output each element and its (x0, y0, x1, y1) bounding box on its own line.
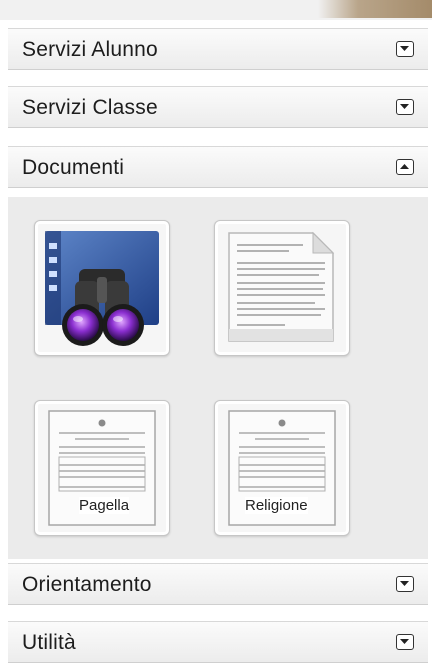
pagella-tile[interactable]: Pagella (34, 400, 170, 536)
section-header-utilita[interactable]: Utilità (8, 621, 428, 663)
section-label: Orientamento (22, 573, 152, 596)
section-header-orientamento[interactable]: Orientamento (8, 563, 428, 605)
document-tile[interactable] (214, 220, 350, 356)
section-label: Servizi Alunno (22, 38, 158, 61)
section-header-servizi-alunno[interactable]: Servizi Alunno (8, 28, 428, 70)
collapse-toggle-icon[interactable] (396, 159, 414, 175)
section-header-documenti[interactable]: Documenti (8, 146, 428, 188)
religion-report-icon (228, 410, 336, 526)
tile-caption: Pagella (79, 497, 130, 514)
binoculars-search-tile[interactable] (34, 220, 170, 356)
section-header-servizi-classe[interactable]: Servizi Classe (8, 86, 428, 128)
document-icon (228, 231, 335, 342)
expand-toggle-icon[interactable] (396, 634, 414, 650)
religione-tile[interactable]: Religione (214, 400, 350, 536)
section-label: Utilità (22, 631, 76, 654)
top-accent (318, 0, 432, 18)
report-card-icon (48, 410, 156, 526)
section-label: Documenti (22, 156, 125, 179)
section-label: Servizi Classe (22, 96, 158, 119)
binoculars-search-icon (45, 231, 159, 346)
sidebar-panel: Servizi Alunno Servizi Classe Documenti (0, 0, 432, 670)
tile-caption: Religione (245, 497, 308, 514)
expand-toggle-icon[interactable] (396, 576, 414, 592)
expand-toggle-icon[interactable] (396, 99, 414, 115)
expand-toggle-icon[interactable] (396, 41, 414, 57)
top-strip (0, 0, 432, 20)
documenti-content: Pagella Religione (8, 197, 428, 559)
